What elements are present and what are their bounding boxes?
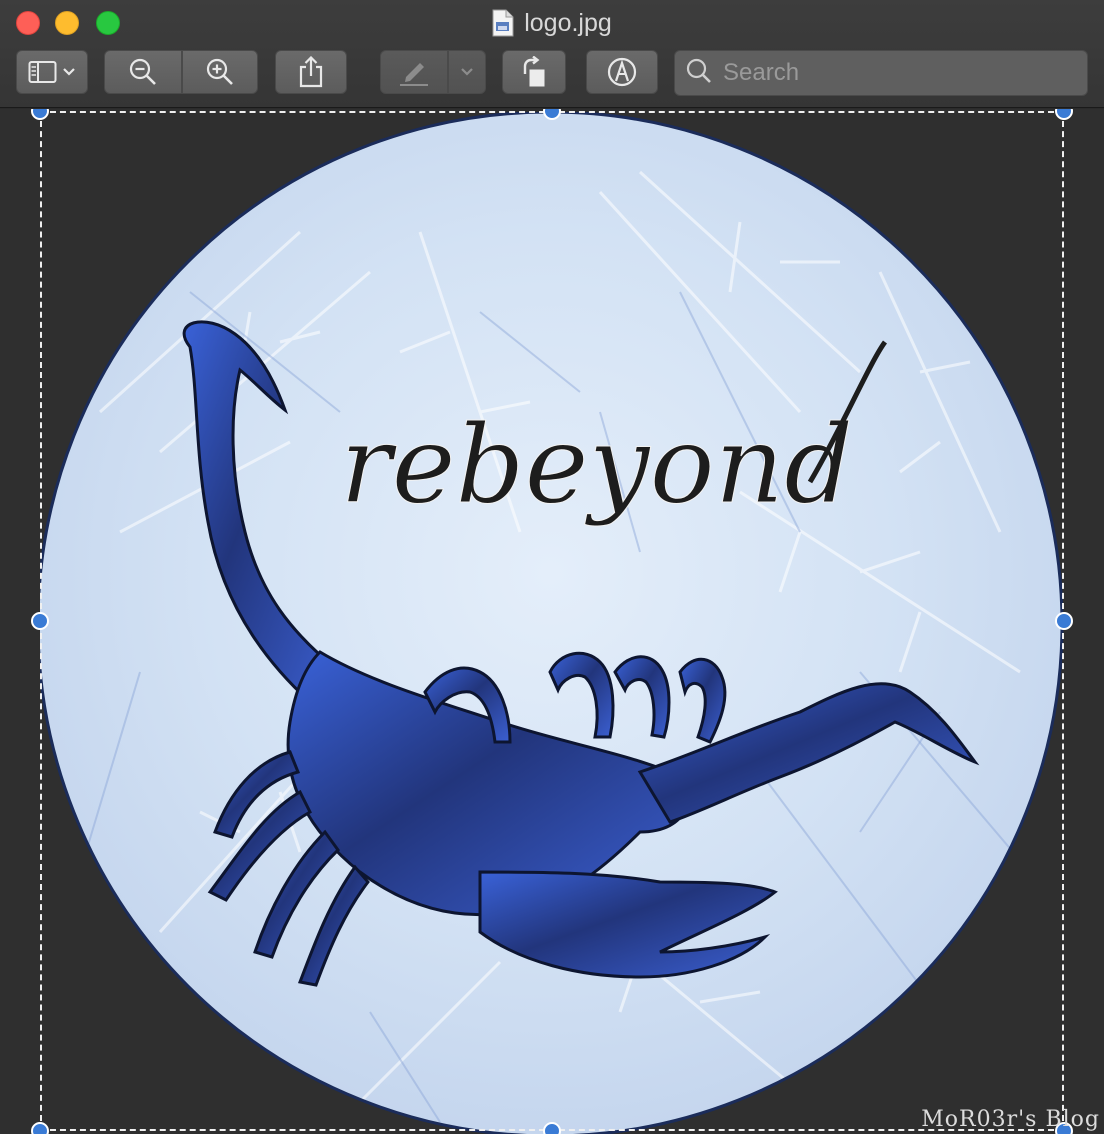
rotate-button[interactable] (502, 50, 566, 94)
resize-handle-bottom[interactable] (543, 1122, 561, 1134)
window-title: logo.jpg (524, 8, 612, 37)
rotate-icon (519, 56, 549, 88)
title-toolbar-area: logo.jpg (0, 0, 1104, 108)
resize-handle-right[interactable] (1055, 612, 1073, 630)
logo-text: rebeyond (340, 403, 853, 528)
logo-artwork: rebeyond (36, 110, 1064, 1134)
share-icon (298, 56, 324, 88)
sidebar-toggle-button[interactable] (16, 50, 88, 94)
logo-image: rebeyond (36, 110, 1064, 1134)
markup-options-button[interactable] (448, 50, 486, 94)
chevron-down-icon (460, 67, 474, 77)
search-icon (685, 57, 713, 90)
resize-handle-left[interactable] (31, 612, 49, 630)
zoom-out-button[interactable] (104, 50, 182, 94)
chevron-down-icon (62, 67, 76, 77)
zoom-in-icon (205, 57, 235, 87)
annotate-button[interactable] (586, 50, 658, 94)
watermark-text: MoR03r's Blog (921, 1107, 1100, 1132)
document-icon (492, 9, 514, 37)
window-title-group: logo.jpg (0, 6, 1104, 40)
zoom-in-button[interactable] (182, 50, 258, 94)
markup-pen-button[interactable] (380, 50, 448, 94)
markup-pen-icon (396, 57, 432, 87)
search-input[interactable] (723, 59, 1083, 87)
sidebar-icon (28, 60, 58, 84)
annotate-icon (606, 56, 638, 88)
resize-handle-bottom-left[interactable] (31, 1122, 49, 1134)
zoom-out-icon (128, 57, 158, 87)
share-button[interactable] (275, 50, 347, 94)
search-field[interactable] (674, 50, 1088, 96)
preview-window: logo.jpg Search rebeyond MoR03r's Blog (0, 0, 1104, 1134)
image-canvas: rebeyond MoR03r's Blog (0, 109, 1104, 1134)
